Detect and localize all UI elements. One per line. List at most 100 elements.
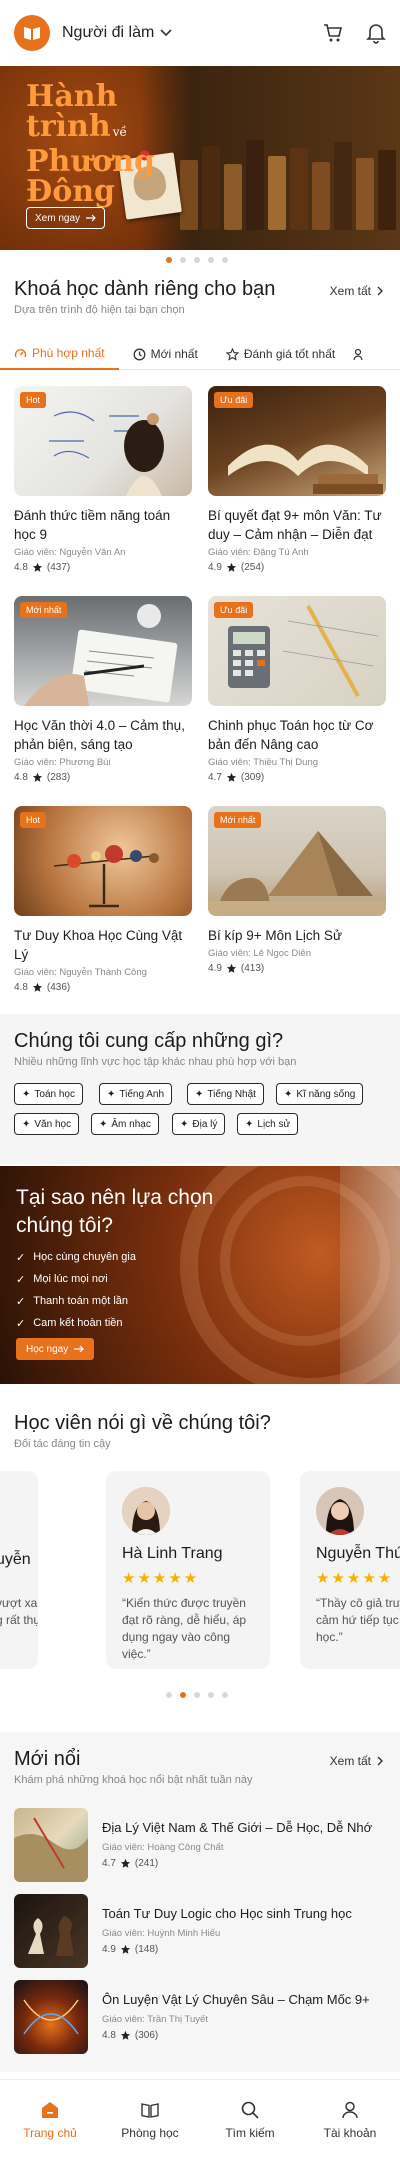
chevron-right-icon	[377, 1756, 383, 1766]
learn-now-button[interactable]: Học ngay	[16, 1338, 95, 1360]
course-card[interactable]: Mới nhất Học Văn thời 4.0 – Cảm thụ, phả…	[14, 596, 192, 783]
course-thumbnail	[14, 1980, 88, 2054]
arrow-right-icon	[86, 214, 96, 222]
course-badge: Ưu đãi	[214, 392, 254, 408]
course-title: Toán Tư Duy Logic cho Học sinh Trung học	[102, 1906, 352, 1921]
bell-icon[interactable]	[366, 22, 386, 44]
course-title: Ôn Luyện Vật Lý Chuyên Sâu – Chạm Mốc 9+	[102, 1992, 370, 2007]
list-item[interactable]: Toán Tư Duy Logic cho Học sinh Trung học…	[14, 1894, 386, 1968]
testimonial-card[interactable]: Nguyễn Thú ★★★★★ “Thầy cô giả truyền cảm…	[300, 1471, 400, 1669]
app-logo[interactable]	[14, 15, 50, 51]
home-screen: Người đi làm Hành trình về Phương Đông X…	[0, 0, 400, 2159]
chip-japanese[interactable]: ✦ Tiếng Nhật	[187, 1083, 264, 1105]
chevron-right-icon	[377, 286, 383, 296]
nav-classroom[interactable]: Phòng học	[100, 2080, 200, 2159]
new-title: Mới nổi	[14, 1748, 81, 1770]
featured-see-all[interactable]: Xem tất	[330, 284, 384, 298]
star-icon	[32, 772, 42, 782]
course-thumbnail: Mới nhất	[208, 806, 386, 916]
course-rating: 4.7 (241)	[102, 1858, 159, 1869]
list-item[interactable]: Địa Lý Việt Nam & Thế Giới – Dễ Học, Dễ …	[14, 1808, 386, 1882]
course-rating: 4.7 (309)	[208, 772, 265, 783]
nav-search[interactable]: Tìm kiếm	[200, 2080, 300, 2159]
chip-geography[interactable]: ✦ Địa lý	[172, 1113, 226, 1135]
tab-top-rated[interactable]: Đánh giá tốt nhất	[212, 338, 349, 370]
sparkle-icon: ✦	[22, 1118, 31, 1130]
book-logo-icon	[24, 27, 40, 40]
course-badge: Mới nhất	[20, 602, 68, 618]
offer-subtitle: Nhiều những lĩnh vực học tập khác nhau p…	[14, 1056, 297, 1068]
course-teacher: Giáo viên: Huỳnh Minh Hiếu	[102, 1928, 221, 1939]
tab-newest[interactable]: Mới nhất	[119, 338, 212, 370]
course-badge: Hot	[20, 392, 47, 408]
list-item[interactable]: Ôn Luyện Vật Lý Chuyên Sâu – Chạm Mốc 9+…	[14, 1980, 386, 2054]
testimonial-quote: “Kiến thức được truyền đạt rõ ràng, dễ h…	[122, 1596, 247, 1661]
sparkle-icon: ✦	[245, 1118, 254, 1130]
course-title: Địa Lý Việt Nam & Thế Giới – Dễ Học, Dễ …	[102, 1820, 373, 1835]
course-card[interactable]: Ưu đãi Chinh phục Toán học từ Cơ bản đến…	[208, 596, 386, 783]
top-header: Người đi làm	[0, 0, 400, 66]
role-selector[interactable]: Người đi làm	[62, 24, 172, 42]
chip-english[interactable]: ✦ Tiếng Anh	[99, 1083, 173, 1105]
course-badge: Ưu đãi	[214, 602, 254, 618]
arrow-right-icon	[74, 1345, 85, 1353]
course-card[interactable]: Hot Đánh thức tiềm năng toán học 9 Giáo …	[14, 386, 192, 573]
hero-watch-button[interactable]: Xem ngay	[26, 207, 106, 229]
sparkle-icon: ✦	[284, 1088, 293, 1100]
check-icon: ✓	[16, 1295, 26, 1308]
list-item: ✓ Học cùng chuyên gia	[16, 1251, 136, 1264]
sparkle-icon: ✦	[180, 1118, 189, 1130]
testimonial-card[interactable]: uyễn vượt xa mong g rất thực tế	[0, 1471, 38, 1669]
testimonial-pagination[interactable]	[166, 1692, 228, 1698]
testimonials-title: Học viên nói gì về chúng tôi?	[14, 1412, 271, 1434]
course-teacher: Giáo viên: Trần Thị Tuyết	[102, 2014, 208, 2025]
why-us-banner: Tại sao nên lựa chọn chúng tôi? ✓ Học cùn…	[0, 1166, 400, 1384]
tab-more[interactable]	[349, 338, 371, 370]
hero-pagination[interactable]	[166, 257, 228, 263]
course-rating: 4.9 (148)	[102, 1944, 159, 1955]
tab-best-fit[interactable]: Phù hợp nhất	[0, 338, 119, 370]
why-us-list: ✓ Học cùng chuyên gia ✓ Mọi lúc mọi nơi ✓ T…	[16, 1246, 136, 1334]
new-subtitle: Khám phá những khoá học nổi bật nhất tuầ…	[14, 1774, 253, 1786]
chip-history[interactable]: ✦ Lịch sử	[237, 1113, 299, 1135]
course-card[interactable]: Ưu đãi Bí quyết đạt 9+ môn Văn: Tư duy –…	[208, 386, 386, 573]
testimonial-quote: “Thầy cô giả truyền cảm hứ tiếp tục học.…	[316, 1596, 400, 1644]
chip-life-skills[interactable]: ✦ Kĩ năng sống	[276, 1083, 364, 1105]
sparkle-icon: ✦	[22, 1088, 31, 1100]
course-rating: 4.8 (436)	[14, 982, 71, 993]
course-rating: 4.8 (283)	[14, 772, 71, 783]
avatar	[122, 1487, 170, 1535]
chip-literature[interactable]: ✦ Văn học	[14, 1113, 80, 1135]
nav-account[interactable]: Tài khoản	[300, 2080, 400, 2159]
course-teacher: Giáo viên: Lê Ngọc Diên	[208, 948, 311, 959]
chip-math[interactable]: ✦ Toán học	[14, 1083, 83, 1105]
course-teacher: Giáo viên: Hoàng Công Chất	[102, 1842, 224, 1853]
chevron-down-icon	[160, 29, 172, 37]
nav-home[interactable]: Trang chủ	[0, 2080, 100, 2159]
star-icon	[32, 562, 42, 572]
course-thumbnail: Hot	[14, 806, 192, 916]
course-title: Tư Duy Khoa Học Cùng Vật Lý	[14, 928, 183, 962]
list-item: ✓ Mọi lúc mọi nơi	[16, 1273, 108, 1286]
chip-music[interactable]: ✦ Âm nhạc	[91, 1113, 159, 1135]
star-icon	[226, 772, 236, 782]
new-see-all[interactable]: Xem tất	[330, 1754, 384, 1768]
testimonial-name: uyễn	[0, 1551, 31, 1568]
course-teacher: Giáo viên: Thiều Thị Dung	[208, 757, 319, 768]
course-title: Đánh thức tiềm năng toán học 9	[14, 508, 171, 542]
list-item: ✓ Cam kết hoàn tiền	[16, 1317, 123, 1330]
search-icon	[241, 2101, 259, 2119]
star-icon	[120, 2030, 130, 2040]
why-us-title: Tại sao nên lựa chọn chúng tôi?	[16, 1186, 214, 1237]
course-card[interactable]: Mới nhất Bí kíp 9+ Môn Lịch Sử Giáo viên…	[208, 806, 386, 974]
hero-banner[interactable]: Hành trình về Phương Đông Xem ngay	[0, 66, 400, 250]
cart-icon[interactable]	[322, 22, 344, 44]
testimonial-card[interactable]: Hà Linh Trang ★★★★★ “Kiến thức được truy…	[106, 1471, 270, 1669]
course-rating: 4.9 (254)	[208, 562, 265, 573]
course-thumbnail: Hot	[14, 386, 192, 496]
course-thumbnail	[14, 1894, 88, 1968]
course-thumbnail	[14, 1808, 88, 1882]
course-card[interactable]: Hot Tư Duy Khoa Học Cùng Vật Lý Giáo viê…	[14, 806, 192, 993]
course-teacher: Giáo viên: Phương Bùi	[14, 757, 111, 768]
sparkle-icon: ✦	[99, 1118, 108, 1130]
